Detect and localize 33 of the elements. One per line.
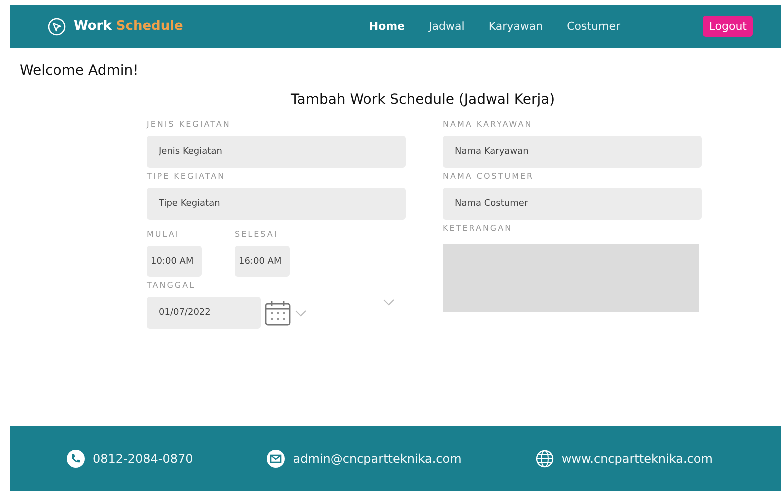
- chevron-icon: [383, 299, 395, 306]
- date-field[interactable]: 01/07/2022: [147, 297, 261, 329]
- field-label: NAMA COSTUMER: [443, 172, 536, 181]
- nav-link[interactable]: Jadwal: [429, 20, 465, 33]
- envelope-icon: [267, 450, 286, 468]
- phone-icon: [67, 450, 85, 468]
- globe-icon: [536, 450, 554, 468]
- text-field[interactable]: Nama Karyawan: [443, 136, 702, 168]
- field-label: TANGGAL: [147, 281, 197, 290]
- contact-text: 0812-2084-0870: [93, 452, 194, 466]
- contact-text: admin@cncpartteknika.com: [293, 452, 462, 466]
- nav-link[interactable]: Karyawan: [488, 20, 544, 33]
- cursor-icon: [48, 18, 66, 36]
- text-field[interactable]: Nama Costumer: [443, 188, 702, 220]
- text-field[interactable]: Tipe Kegiatan: [147, 188, 406, 220]
- calendar-icon: [265, 300, 291, 326]
- field-label: KETERANGAN: [443, 224, 514, 233]
- logo-text: Work Schedule: [74, 19, 184, 34]
- time-field[interactable]: 16:00 AM: [235, 246, 290, 277]
- contact-text: www.cncpartteknika.com: [562, 452, 713, 466]
- time-field[interactable]: 10:00 AM: [147, 246, 202, 277]
- nav-link[interactable]: Home: [369, 20, 406, 33]
- field-label: SELESAI: [235, 230, 280, 239]
- field-label: TIPE KEGIATAN: [147, 172, 227, 181]
- field-label: JENIS KEGIATAN: [147, 120, 232, 129]
- field-label: MULAI: [147, 230, 181, 239]
- chevron-icon: [295, 310, 307, 316]
- notes-field[interactable]: [443, 244, 699, 312]
- field-label: NAMA KARYAWAN: [443, 120, 534, 129]
- logout-button[interactable]: Logout: [703, 16, 753, 37]
- form-title: Tambah Work Schedule (Jadwal Kerja): [291, 92, 556, 108]
- welcome-heading: Welcome Admin!: [20, 63, 140, 79]
- nav-link[interactable]: Costumer: [567, 20, 621, 33]
